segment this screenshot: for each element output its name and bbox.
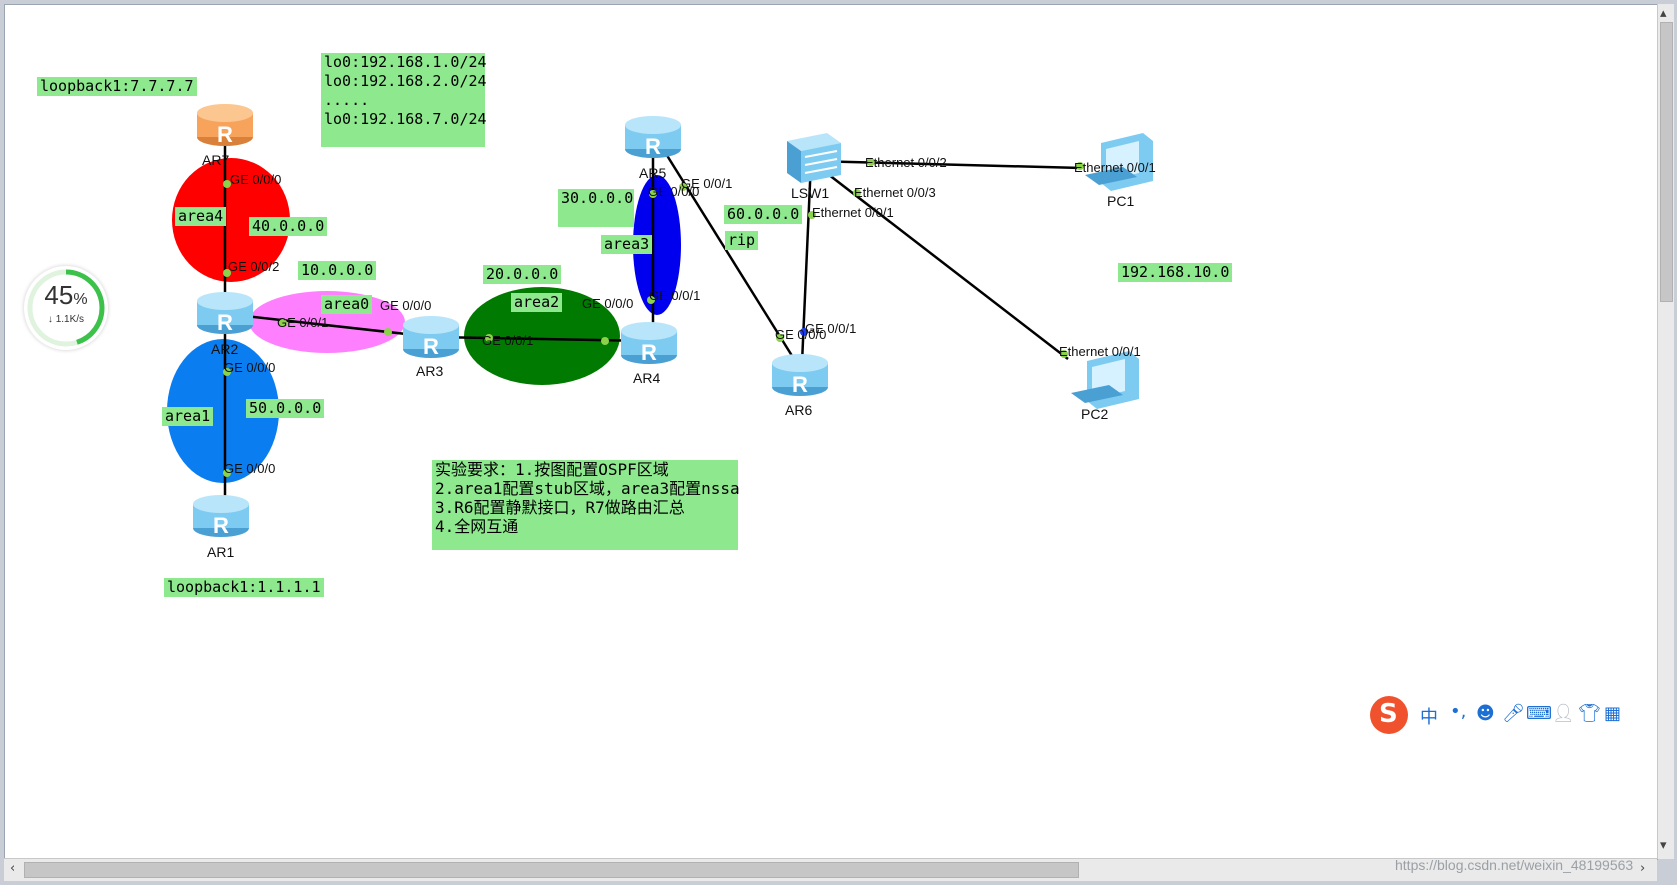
svg-text:R: R [213, 513, 229, 538]
label-area2: area2 [511, 293, 563, 312]
port-label-ar4-ge001: GE 0/0/1 [649, 288, 701, 303]
ime-toolbar[interactable]: S 中 •, ☻ 🎤︎ ⌨ 👤︎ 👕︎ ▦ [1370, 696, 1650, 736]
note-loopback-ar7: loopback1:7.7.7.7 [37, 77, 197, 96]
port-label-lsw1-e003: Ethernet 0/0/3 [854, 185, 936, 200]
port-label-lsw1-e002: Ethernet 0/0/2 [865, 155, 947, 170]
device-label-ar7: AR7 [202, 152, 230, 168]
svg-text:R: R [217, 310, 233, 335]
port-label-pc2-e001: Ethernet 0/0/1 [1059, 344, 1141, 359]
port-label-ar1-ge000: GE 0/0/0 [224, 461, 276, 476]
device-label-ar2: AR2 [211, 341, 239, 357]
note-net-20: 20.0.0.0 [483, 265, 562, 284]
device-label-ar6: AR6 [785, 402, 813, 418]
port-label-ar2-ge001: GE 0/0/1 [277, 315, 329, 330]
emoji-icon[interactable]: ☻ [1476, 703, 1495, 724]
svg-text:R: R [423, 334, 439, 359]
skin-shirt-icon[interactable]: 👕︎ [1578, 703, 1601, 724]
device-label-ar3: AR3 [416, 363, 444, 379]
port-label-lsw1-e001: Ethernet 0/0/1 [812, 205, 894, 220]
device-label-pc1: PC1 [1107, 193, 1135, 209]
microphone-icon[interactable]: 🎤︎ [1502, 703, 1525, 724]
note-net-50: 50.0.0.0 [246, 399, 325, 418]
router-icon-ar3[interactable]: R [403, 316, 459, 359]
router-icon-ar1[interactable]: R [193, 495, 249, 538]
device-label-pc2: PC2 [1081, 406, 1109, 422]
scroll-down-arrow-icon[interactable]: ▾ [1660, 838, 1667, 853]
router-icon-ar7[interactable]: R [197, 104, 253, 147]
port-label-pc1-e001: Ethernet 0/0/1 [1074, 160, 1156, 175]
router-icon-ar5[interactable]: R [625, 116, 681, 159]
watermark: https://blog.csdn.net/weixin_48199563 [1395, 857, 1634, 873]
device-label-ar5: AR5 [639, 165, 667, 181]
note-loopback-ar1: loopback1:1.1.1.1 [164, 578, 324, 597]
note-net-60: 60.0.0.0 [724, 205, 803, 224]
port-label-ar5-ge001: GE 0/0/1 [681, 176, 733, 191]
router-icon-ar2[interactable]: R [197, 292, 253, 335]
svg-text:R: R [792, 372, 808, 397]
svg-text:R: R [641, 340, 657, 365]
switch-icon-lsw1[interactable] [787, 133, 841, 183]
port-label-ar3-ge000: GE 0/0/0 [380, 298, 432, 313]
keyboard-icon[interactable]: ⌨ [1526, 703, 1552, 724]
note-net-40: 40.0.0.0 [249, 217, 328, 236]
note-rip: rip [725, 231, 759, 250]
port-label-ar6-ge001: GE 0/0/1 [805, 321, 857, 336]
horizontal-scrollbar-thumb[interactable] [24, 862, 1079, 878]
label-area1: area1 [162, 407, 214, 426]
device-label-lsw1: LSW1 [791, 185, 830, 201]
toolbox-grid-icon[interactable]: ▦ [1604, 703, 1621, 724]
ime-chinese-mode[interactable]: 中 [1420, 703, 1438, 729]
port-label-ar3-ge001: GE 0/0/1 [482, 333, 534, 348]
device-label-ar4: AR4 [633, 370, 661, 386]
device-label-ar1: AR1 [207, 544, 235, 560]
ime-punct-mode[interactable]: •, [1450, 701, 1466, 722]
port-label-ar7-ge000: GE 0/0/0 [230, 172, 282, 187]
note-requirements: 实验要求：1.按图配置OSPF区域 2.area1配置stub区域，area3配… [432, 460, 740, 550]
note-net-192: 192.168.10.0 [1118, 263, 1233, 282]
port-label-ar2-ge000: GE 0/0/0 [224, 360, 276, 375]
label-area0: area0 [321, 295, 373, 314]
scroll-left-arrow-icon[interactable]: ‹ [10, 861, 15, 876]
note-net-10: 10.0.0.0 [298, 261, 377, 280]
scroll-up-arrow-icon[interactable]: ▴ [1660, 6, 1667, 21]
label-area4: area4 [175, 207, 227, 226]
scroll-right-arrow-icon[interactable]: › [1640, 861, 1645, 876]
svg-text:R: R [645, 134, 661, 159]
port-label-ar2-ge002: GE 0/0/2 [228, 259, 280, 274]
user-icon[interactable]: 👤︎ [1552, 703, 1575, 724]
pc-icon-pc2[interactable] [1071, 351, 1139, 409]
sogou-logo-icon[interactable]: S [1370, 696, 1408, 734]
router-icon-ar4[interactable]: R [621, 322, 677, 365]
label-area3: area3 [601, 235, 653, 254]
note-net-30: 30.0.0.0 [558, 189, 634, 227]
speed-percent: 45% [44, 280, 88, 310]
port-label-ar4-ge000: GE 0/0/0 [582, 296, 634, 311]
router-icon-ar6[interactable]: R [772, 354, 828, 397]
vertical-scrollbar-thumb[interactable] [1660, 22, 1673, 302]
note-loopback-list: lo0:192.168.1.0/24 lo0:192.168.2.0/24 ..… [321, 53, 487, 147]
speed-rate: ↓ 1.1K/s [47, 314, 85, 325]
svg-text:R: R [217, 122, 233, 147]
